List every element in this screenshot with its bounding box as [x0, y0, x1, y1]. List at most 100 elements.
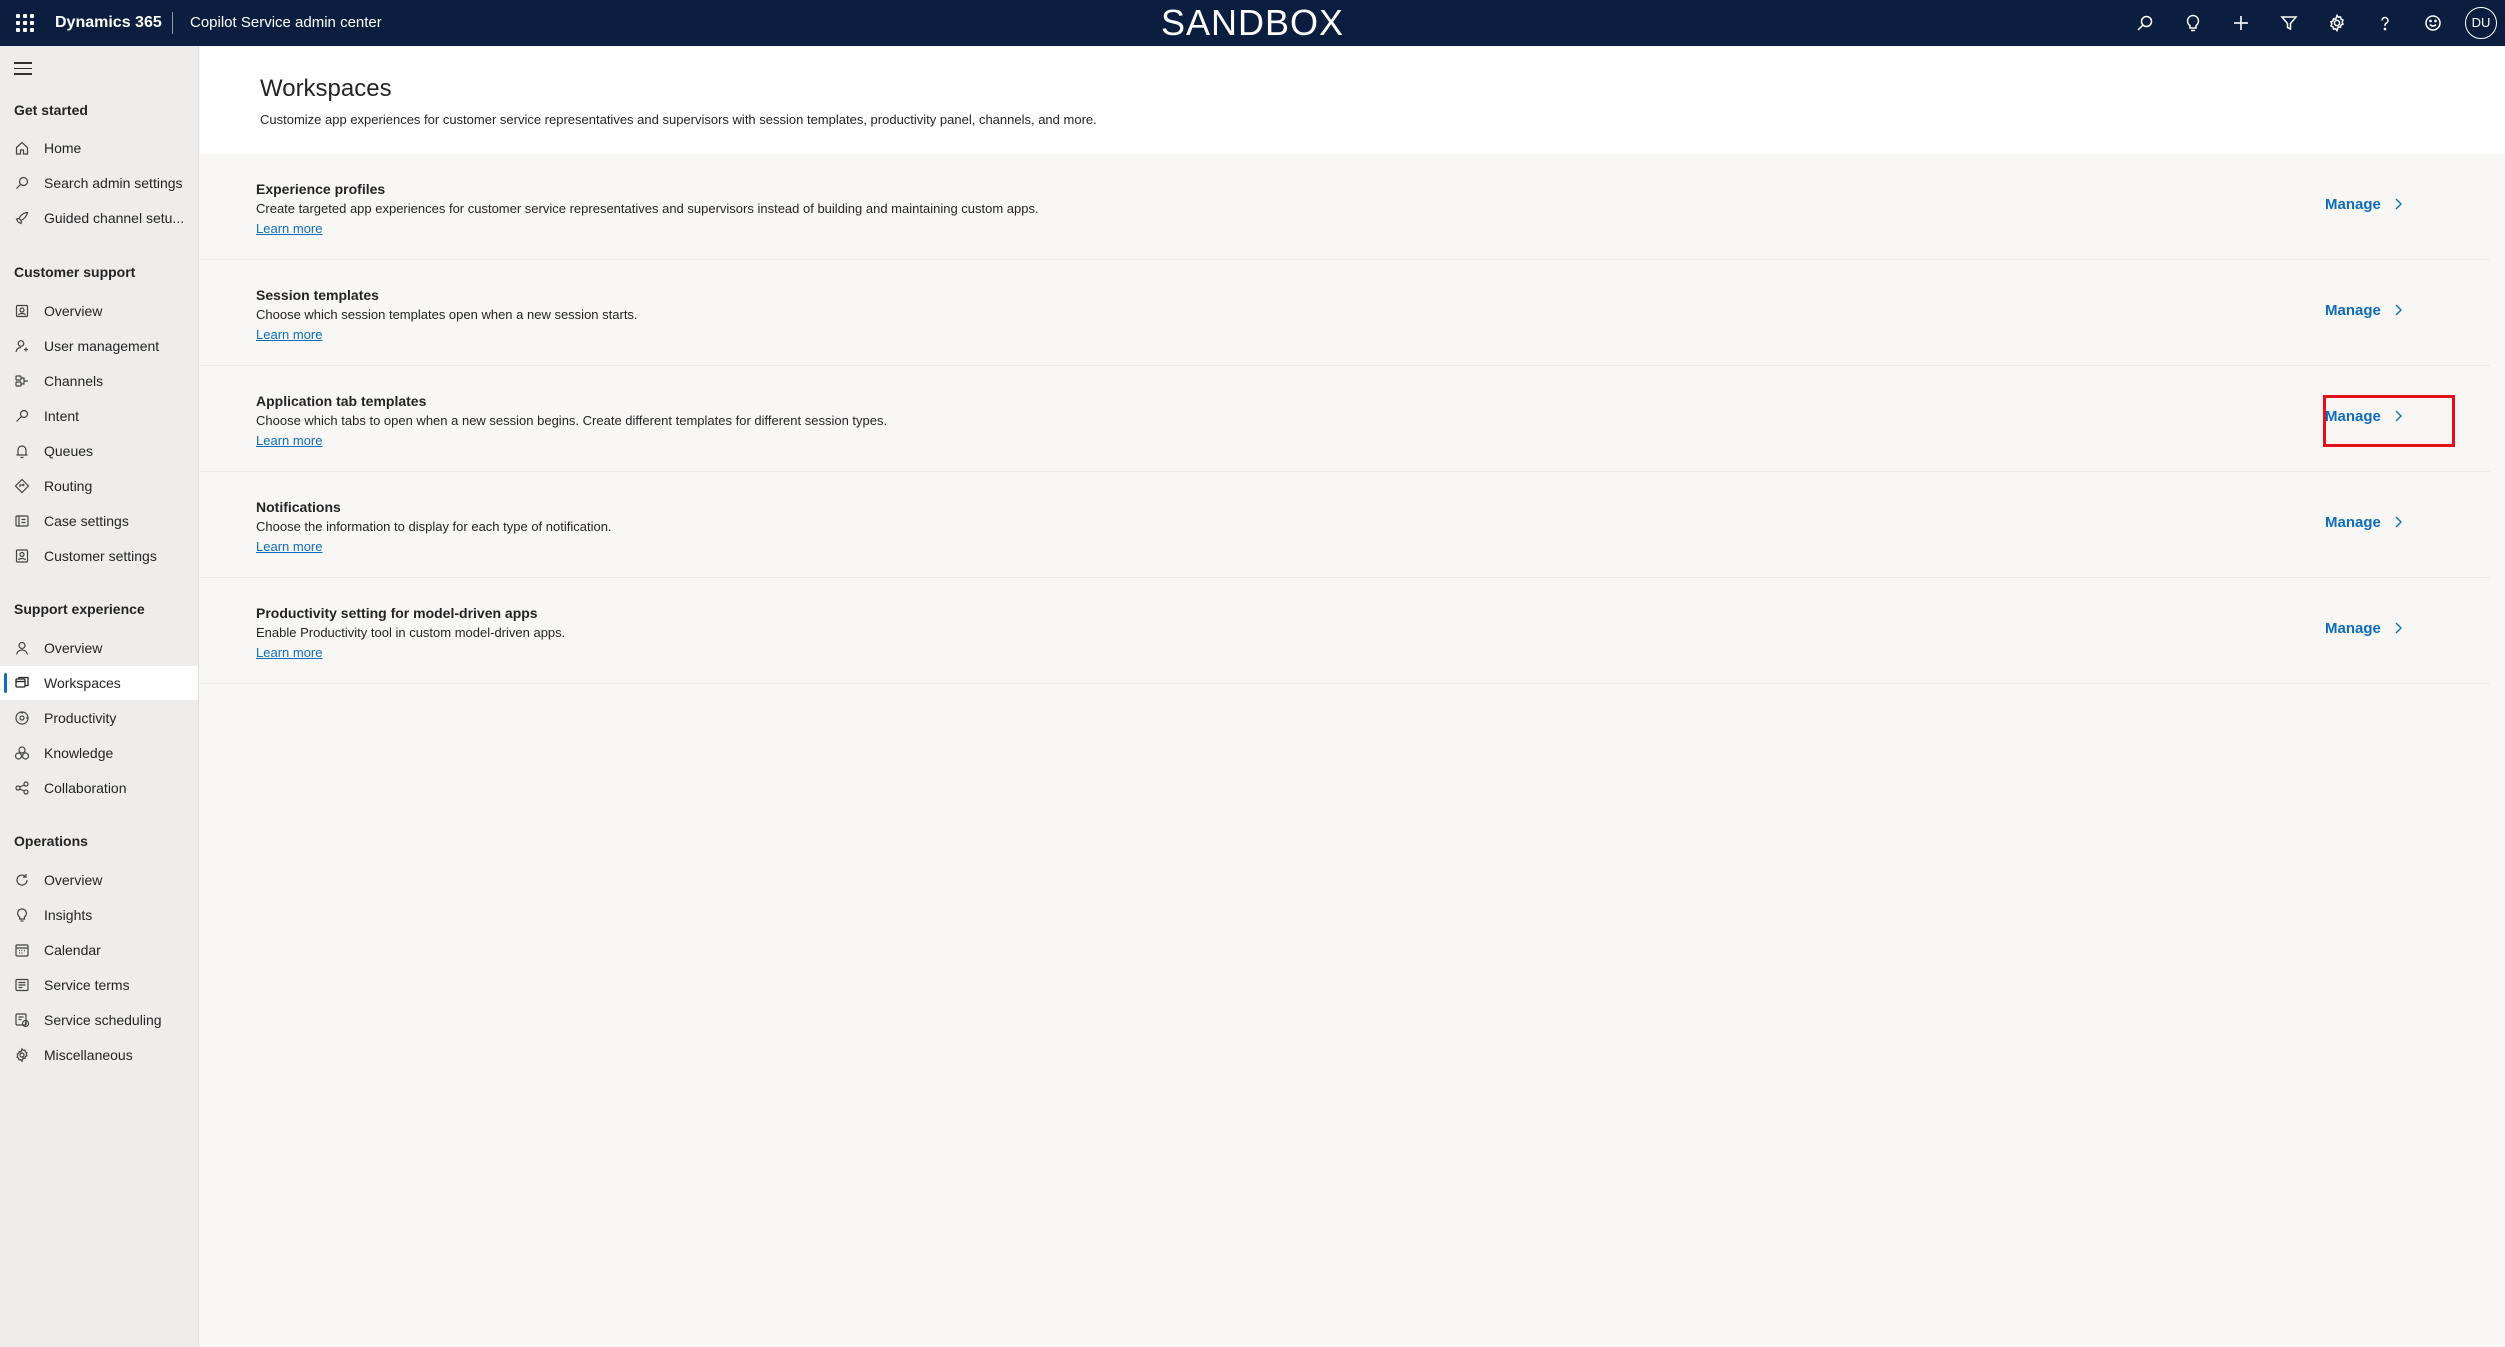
sidebar-item-label: Queues	[44, 443, 94, 459]
channels-icon	[14, 373, 30, 389]
row-title: Session templates	[256, 287, 379, 303]
settings-list: Experience profiles Create targeted app …	[200, 154, 2490, 684]
sidebar-item-label: Collaboration	[44, 780, 127, 796]
brand-name[interactable]: Dynamics 365	[55, 0, 162, 46]
sidebar-item-label: Channels	[44, 373, 104, 389]
sidebar-item-insights[interactable]: Insights	[0, 898, 198, 932]
help-icon[interactable]	[2361, 0, 2409, 46]
settings-row-experience-profiles: Experience profiles Create targeted app …	[200, 154, 2490, 260]
refresh-icon	[14, 872, 30, 888]
sidebar-item-intent[interactable]: Intent	[0, 399, 198, 433]
hamburger-menu-icon[interactable]	[14, 62, 32, 76]
row-description: Choose which session templates open when…	[256, 307, 638, 322]
person-icon	[14, 640, 30, 656]
sidebar-item-label: Routing	[44, 478, 93, 494]
lightbulb-icon	[14, 907, 30, 923]
sidebar-item-label: Overview	[44, 640, 103, 656]
row-description: Choose the information to display for ea…	[256, 519, 612, 534]
customer-icon	[14, 548, 30, 564]
chevron-right-icon	[2395, 516, 2402, 528]
routing-icon	[14, 478, 30, 494]
sidebar-item-ops-overview[interactable]: Overview	[0, 863, 198, 897]
people-icon	[14, 338, 30, 354]
row-description: Enable Productivity tool in custom model…	[256, 625, 566, 640]
sidebar-item-home[interactable]: Home	[0, 131, 198, 165]
collaboration-icon	[14, 780, 30, 796]
sidebar-item-knowledge[interactable]: Knowledge	[0, 736, 198, 770]
manage-button[interactable]: Manage	[2325, 508, 2405, 536]
row-title: Notifications	[256, 499, 341, 515]
terms-icon	[14, 977, 30, 993]
intent-icon	[14, 408, 30, 424]
sidebar-item-case-settings[interactable]: Case settings	[0, 504, 198, 538]
sidebar-item-routing[interactable]: Routing	[0, 469, 198, 503]
manage-label: Manage	[2325, 513, 2381, 531]
sidebar-item-label: Search admin settings	[44, 175, 183, 191]
sidebar-item-guided-channel-setup[interactable]: Guided channel setu...	[0, 201, 198, 235]
sidebar-item-search-admin-settings[interactable]: Search admin settings	[0, 166, 198, 200]
sidebar-item-label: Workspaces	[44, 675, 121, 691]
sidebar-item-customer-settings[interactable]: Customer settings	[0, 539, 198, 573]
sidebar-item-service-terms[interactable]: Service terms	[0, 968, 198, 1002]
row-title: Experience profiles	[256, 181, 386, 197]
sidebar-item-se-overview[interactable]: Overview	[0, 631, 198, 665]
learn-more-link[interactable]: Learn more	[256, 221, 322, 236]
search-icon[interactable]	[2121, 0, 2169, 46]
chevron-right-icon	[2395, 410, 2402, 422]
manage-button[interactable]: Manage	[2325, 190, 2405, 218]
sidebar-item-channels[interactable]: Channels	[0, 364, 198, 398]
lightbulb-icon[interactable]	[2169, 0, 2217, 46]
main-content: Workspaces Customize app experiences for…	[200, 46, 2505, 1347]
learn-more-link[interactable]: Learn more	[256, 645, 322, 660]
sidebar-item-label: Overview	[44, 303, 103, 319]
sidebar: Get started Home Search admin settings G…	[0, 46, 199, 1347]
nav-group-support-experience: Support experience	[14, 601, 145, 617]
app-launcher-icon[interactable]	[14, 12, 36, 34]
row-description: Create targeted app experiences for cust…	[256, 201, 1039, 216]
chevron-right-icon	[2395, 304, 2402, 316]
page-subtitle: Customize app experiences for customer s…	[260, 112, 1097, 127]
case-icon	[14, 513, 30, 529]
sidebar-item-label: Knowledge	[44, 745, 114, 761]
rocket-icon	[14, 210, 30, 226]
productivity-icon	[14, 710, 30, 726]
sidebar-item-calendar[interactable]: Calendar	[0, 933, 198, 967]
manage-button[interactable]: Manage	[2325, 402, 2405, 430]
app-name[interactable]: Copilot Service admin center	[190, 0, 382, 46]
feedback-smile-icon[interactable]	[2409, 0, 2457, 46]
learn-more-link[interactable]: Learn more	[256, 539, 322, 554]
sidebar-item-cs-overview[interactable]: Overview	[0, 294, 198, 328]
learn-more-link[interactable]: Learn more	[256, 433, 322, 448]
knowledge-icon	[14, 745, 30, 761]
sidebar-item-user-management[interactable]: User management	[0, 329, 198, 363]
top-bar: Dynamics 365 Copilot Service admin cente…	[0, 0, 2505, 46]
settings-icon[interactable]	[2313, 0, 2361, 46]
sidebar-item-label: User management	[44, 338, 160, 354]
sidebar-item-label: Case settings	[44, 513, 129, 529]
sidebar-item-queues[interactable]: Queues	[0, 434, 198, 468]
filter-icon[interactable]	[2265, 0, 2313, 46]
add-icon[interactable]	[2217, 0, 2265, 46]
queues-icon	[14, 443, 30, 459]
avatar[interactable]: DU	[2465, 7, 2497, 39]
sidebar-item-miscellaneous[interactable]: Miscellaneous	[0, 1038, 198, 1072]
manage-button[interactable]: Manage	[2325, 296, 2405, 324]
learn-more-link[interactable]: Learn more	[256, 327, 322, 342]
sidebar-item-label: Service scheduling	[44, 1012, 162, 1028]
manage-label: Manage	[2325, 619, 2381, 637]
nav-group-get-started: Get started	[14, 102, 88, 118]
sidebar-item-service-scheduling[interactable]: Service scheduling	[0, 1003, 198, 1037]
nav-group-operations: Operations	[14, 833, 88, 849]
sidebar-item-label: Miscellaneous	[44, 1047, 133, 1063]
sidebar-item-productivity[interactable]: Productivity	[0, 701, 198, 735]
sidebar-item-label: Productivity	[44, 710, 117, 726]
sidebar-item-label: Intent	[44, 408, 80, 424]
settings-row-session-templates: Session templates Choose which session t…	[200, 260, 2490, 366]
sidebar-item-workspaces[interactable]: Workspaces	[0, 666, 198, 700]
home-icon	[14, 140, 30, 156]
row-description: Choose which tabs to open when a new ses…	[256, 413, 888, 428]
sidebar-item-collaboration[interactable]: Collaboration	[0, 771, 198, 805]
manage-button[interactable]: Manage	[2325, 614, 2405, 642]
sidebar-item-label: Calendar	[44, 942, 101, 958]
sidebar-item-label: Overview	[44, 872, 103, 888]
